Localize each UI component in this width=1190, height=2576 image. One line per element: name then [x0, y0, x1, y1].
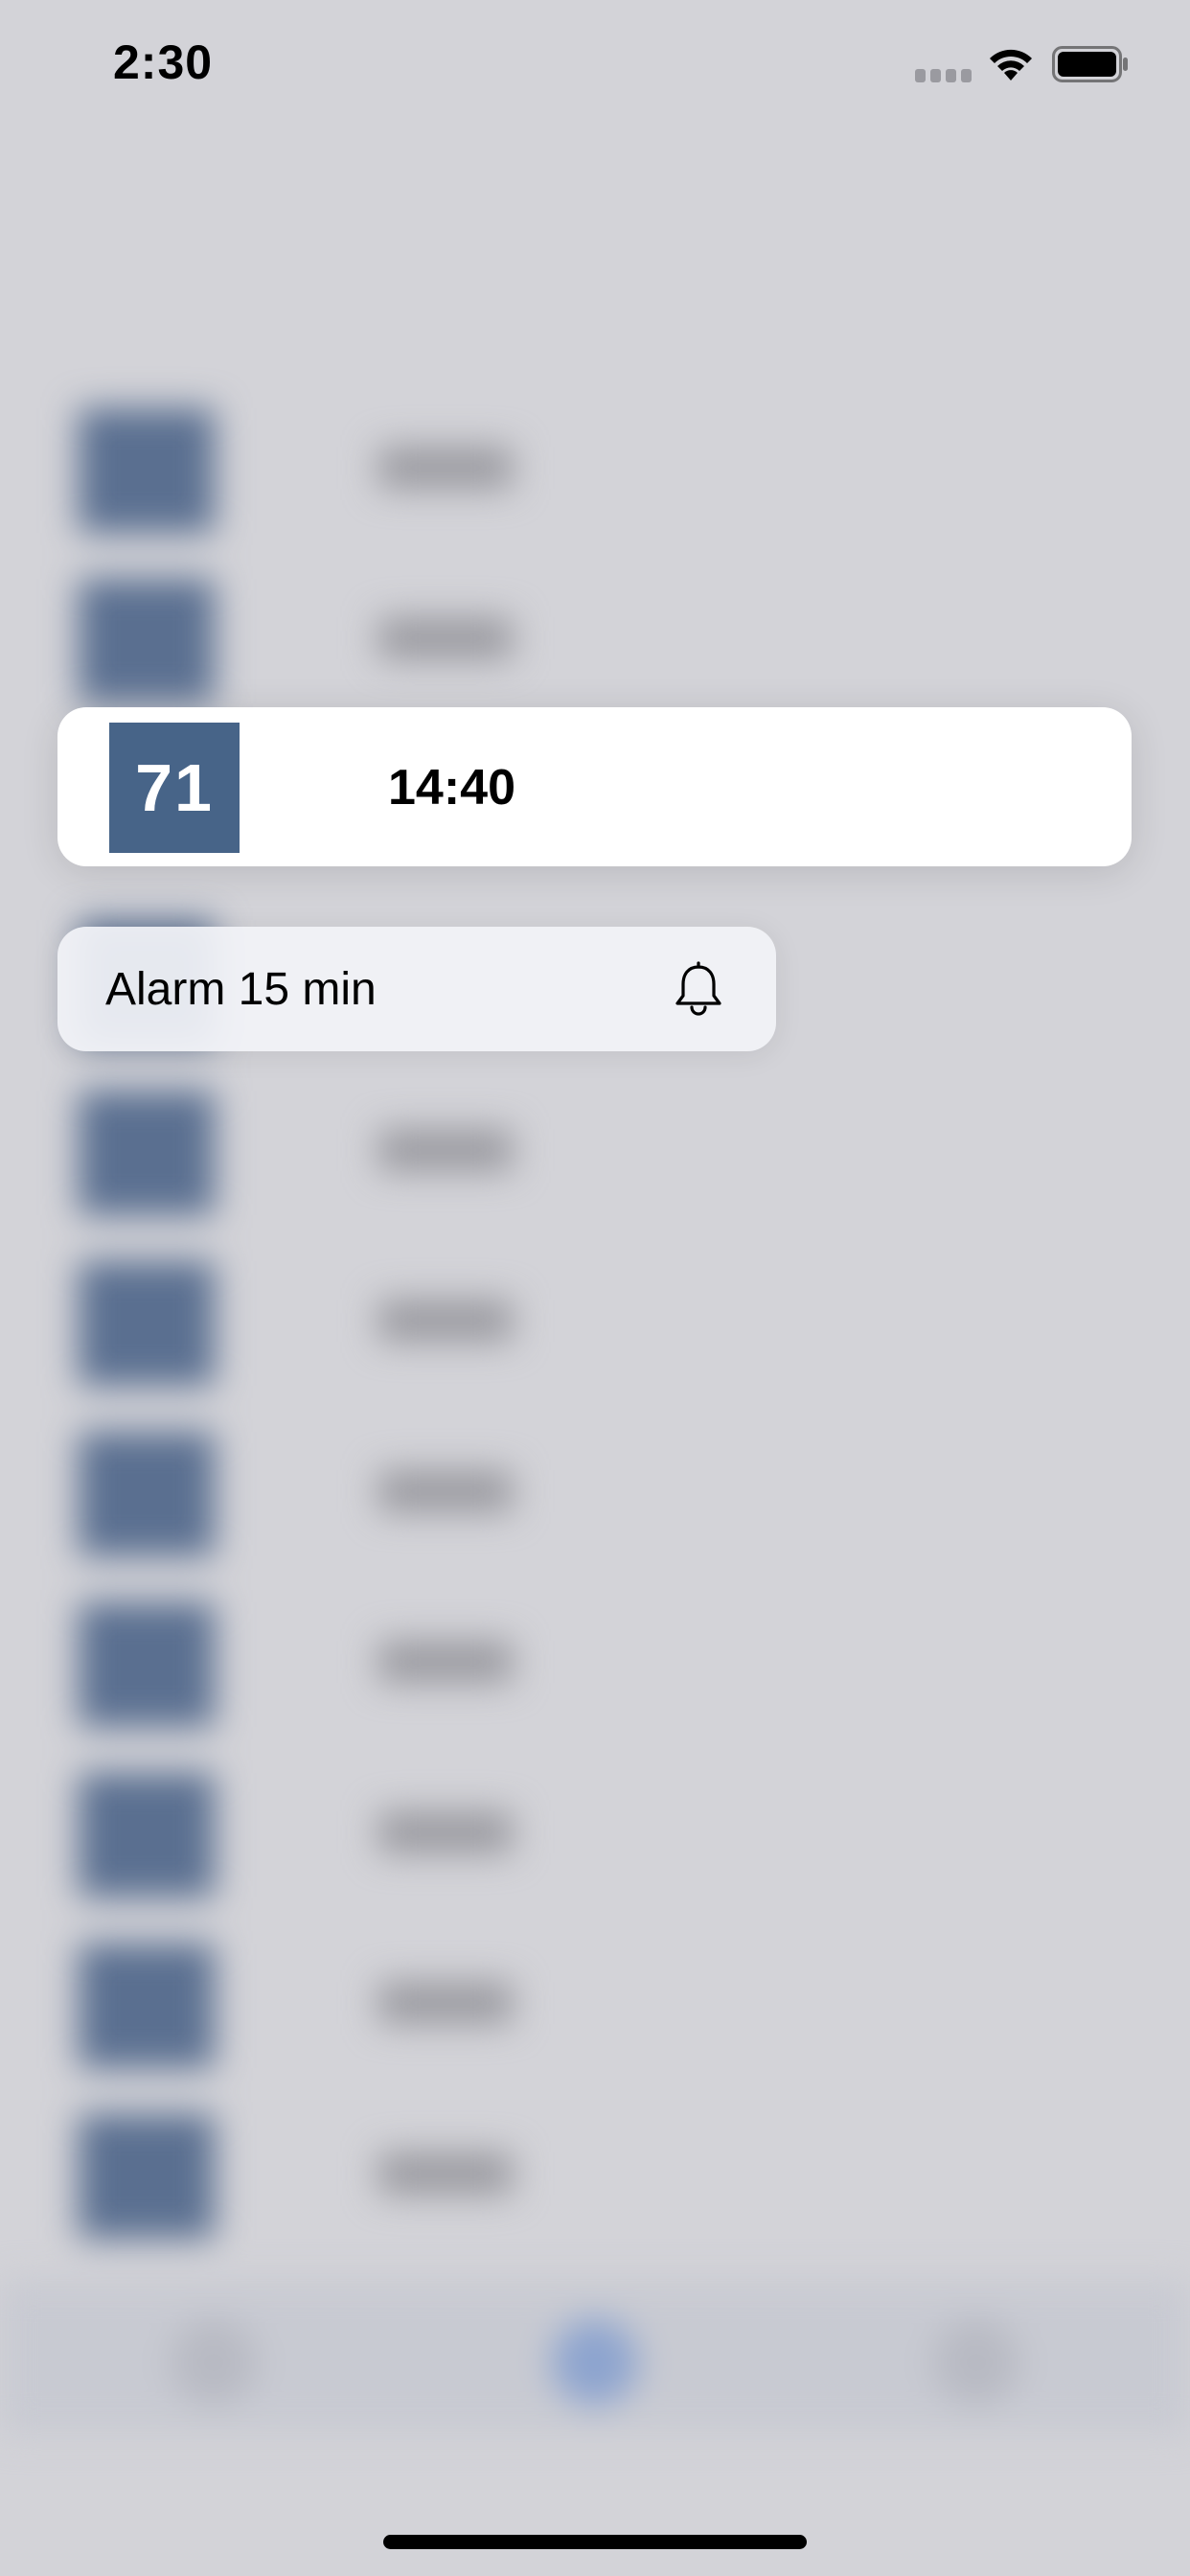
context-menu: Alarm 15 min	[57, 927, 776, 1051]
blurred-line-badge	[79, 1261, 215, 1386]
bell-icon	[675, 961, 721, 1016]
blurred-background	[0, 0, 1190, 2576]
blurred-time	[378, 617, 513, 659]
cellular-signal-icon	[915, 69, 972, 82]
battery-full-icon	[1052, 46, 1128, 82]
blurred-line-badge	[79, 1602, 215, 1727]
blurred-line-badge	[79, 408, 215, 533]
blurred-time	[378, 1811, 513, 1853]
home-indicator[interactable]	[383, 2535, 807, 2549]
blurred-line-badge	[79, 1091, 215, 1215]
blurred-row	[0, 1748, 1190, 1919]
blurred-tab-icon	[933, 2319, 1019, 2405]
blurred-row	[0, 1407, 1190, 1577]
blurred-tab-icon	[552, 2319, 638, 2405]
blurred-row	[0, 2089, 1190, 2260]
blurred-line-badge	[79, 2114, 215, 2239]
blurred-time	[378, 1470, 513, 1512]
blurred-row	[0, 383, 1190, 554]
blurred-time	[378, 1982, 513, 2024]
departure-time: 14:40	[388, 760, 515, 816]
blurred-row	[0, 554, 1190, 724]
status-bar: 2:30	[0, 0, 1190, 126]
blurred-tab-icon	[171, 2319, 257, 2405]
alarm-menu-label: Alarm 15 min	[105, 964, 377, 1015]
blurred-row	[0, 1236, 1190, 1407]
blurred-line-badge	[79, 1773, 215, 1898]
line-number-badge: 71	[109, 723, 240, 853]
blurred-time	[378, 1129, 513, 1171]
blurred-time	[378, 2152, 513, 2195]
blurred-row	[0, 1577, 1190, 1748]
wifi-icon	[990, 49, 1032, 80]
blurred-title	[182, 196, 1006, 311]
blurred-line-badge	[79, 579, 215, 703]
status-time: 2:30	[113, 35, 214, 89]
blurred-time	[378, 1300, 513, 1342]
focused-departure-row[interactable]: 71 14:40	[57, 707, 1132, 866]
blurred-time	[378, 1641, 513, 1683]
alarm-menu-item[interactable]: Alarm 15 min	[57, 927, 776, 1051]
blurred-row	[0, 1919, 1190, 2089]
blurred-line-badge	[79, 1432, 215, 1556]
blurred-line-badge	[79, 1944, 215, 2068]
blurred-row	[0, 1066, 1190, 1236]
blurred-time	[378, 447, 513, 489]
